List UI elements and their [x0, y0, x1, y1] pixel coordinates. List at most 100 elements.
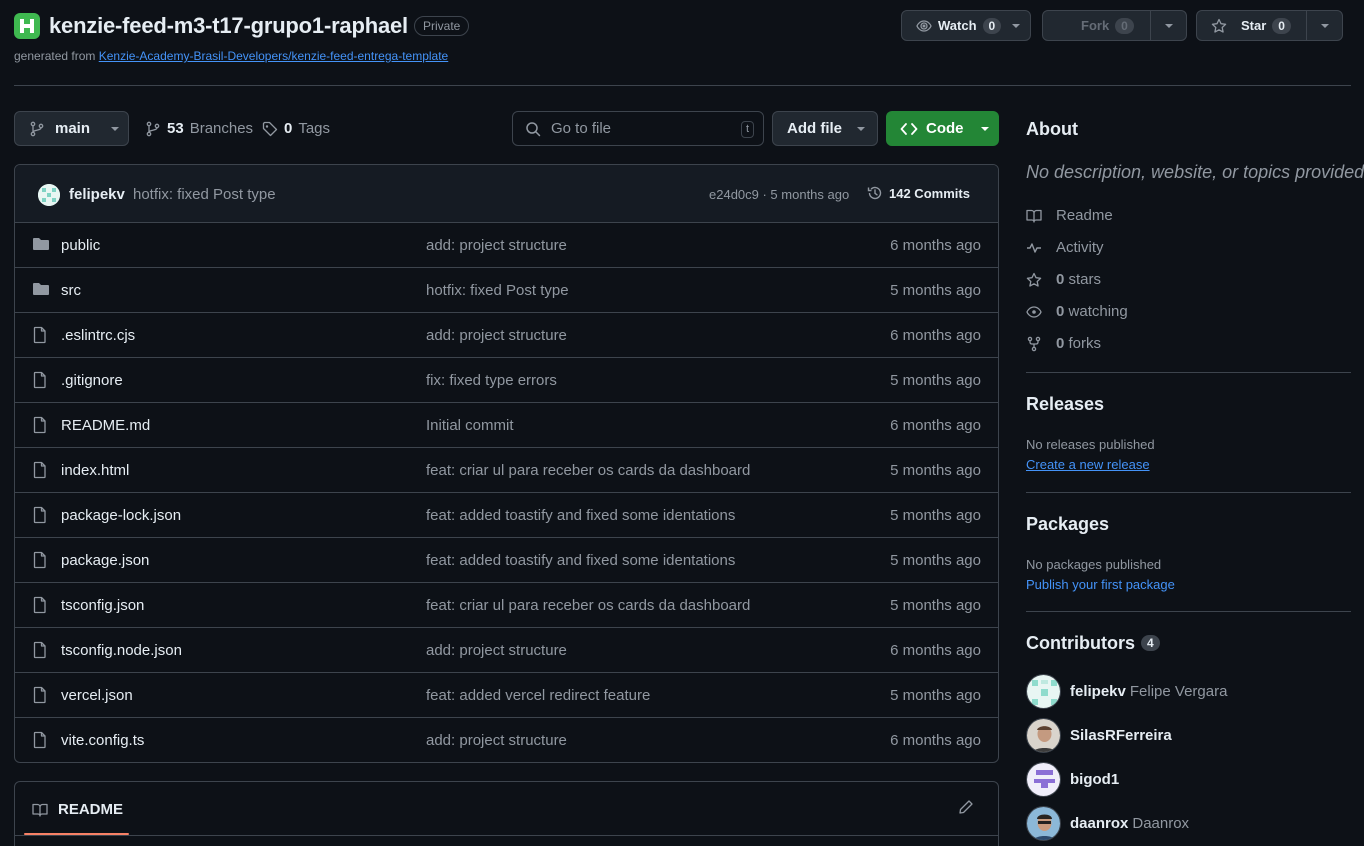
- file-name[interactable]: README.md: [61, 417, 150, 434]
- generated-prefix: generated from: [14, 49, 96, 63]
- watching-link[interactable]: 0 watching: [1026, 303, 1128, 320]
- file-row[interactable]: README.md Initial commit 6 months ago: [15, 403, 998, 448]
- file-commit-message[interactable]: feat: added toastify and fixed some iden…: [426, 507, 735, 524]
- contributor[interactable]: bigod1: [1026, 762, 1119, 797]
- avatar[interactable]: [38, 184, 60, 206]
- branches-link[interactable]: 53 Branches: [145, 120, 253, 137]
- file-commit-message[interactable]: hotfix: fixed Post type: [426, 282, 569, 299]
- file-commit-message[interactable]: add: project structure: [426, 642, 567, 659]
- watch-button[interactable]: Watch 0: [901, 10, 1031, 41]
- commits-history-link[interactable]: 142 Commits: [867, 185, 970, 201]
- publish-package-link[interactable]: Publish your first package: [1026, 577, 1175, 592]
- file-row[interactable]: vite.config.ts add: project structure 6 mo…: [15, 718, 998, 762]
- file-row[interactable]: package.json feat: added toastify and fix…: [15, 538, 998, 583]
- pencil-icon[interactable]: [958, 799, 974, 815]
- file-icon: [32, 596, 48, 614]
- code-button[interactable]: Code: [886, 111, 999, 146]
- branch-name: main: [55, 120, 91, 137]
- file-name[interactable]: public: [61, 237, 100, 254]
- star-label: Star: [1241, 18, 1267, 33]
- add-file-button[interactable]: Add file: [772, 111, 878, 146]
- file-commit-message[interactable]: add: project structure: [426, 237, 567, 254]
- file-row[interactable]: .eslintrc.cjs add: project structure 6 mon…: [15, 313, 998, 358]
- generated-from: generated from Kenzie-Academy-Brasil-Dev…: [14, 49, 448, 63]
- file-name[interactable]: src: [61, 282, 81, 299]
- contributor-name: Felipe Vergara: [1129, 683, 1228, 700]
- contributor-login: SilasRFerreira: [1070, 727, 1172, 744]
- chevron-down-icon[interactable]: [1011, 23, 1021, 29]
- contributor[interactable]: felipekv Felipe Vergara: [1026, 674, 1227, 709]
- file-commit-message[interactable]: fix: fixed type errors: [426, 372, 557, 389]
- divider: [1026, 492, 1351, 493]
- repo-name[interactable]: kenzie-feed-m3-t17-grupo1-raphael: [49, 13, 408, 39]
- template-link[interactable]: Kenzie-Academy-Brasil-Developers/kenzie-…: [99, 49, 449, 63]
- commit-hash-time[interactable]: e24d0c9 · 5 months ago: [709, 187, 849, 202]
- packages-title[interactable]: Packages: [1026, 514, 1109, 535]
- contributors-heading[interactable]: Contributors 4: [1026, 633, 1160, 654]
- releases-title[interactable]: Releases: [1026, 394, 1104, 415]
- file-icon: [32, 686, 48, 704]
- file-commit-message[interactable]: add: project structure: [426, 732, 567, 749]
- file-commit-date: 5 months ago: [890, 507, 981, 524]
- file-icon: [32, 371, 48, 389]
- file-name[interactable]: index.html: [61, 462, 129, 479]
- git-branch-icon: [30, 121, 44, 136]
- stars-link[interactable]: 0 stars: [1026, 271, 1101, 288]
- activity-link[interactable]: Activity: [1026, 239, 1104, 256]
- repo-header: kenzie-feed-m3-t17-grupo1-raphael Privat…: [14, 10, 1351, 86]
- search-shortcut: t: [740, 121, 754, 138]
- file-name[interactable]: .eslintrc.cjs: [61, 327, 135, 344]
- file-name[interactable]: vercel.json: [61, 687, 133, 704]
- go-to-file-input[interactable]: Go to file t: [512, 111, 764, 146]
- file-row[interactable]: tsconfig.node.json add: project structure…: [15, 628, 998, 673]
- file-commit-message[interactable]: feat: added toastify and fixed some iden…: [426, 552, 735, 569]
- file-row[interactable]: package-lock.json feat: added toastify an…: [15, 493, 998, 538]
- file-icon: [32, 506, 48, 524]
- star-count: 0: [1272, 17, 1291, 34]
- contributor[interactable]: SilasRFerreira: [1026, 718, 1172, 753]
- file-commit-message[interactable]: add: project structure: [426, 327, 567, 344]
- about-title: About: [1026, 119, 1078, 139]
- commit-author[interactable]: felipekv: [69, 186, 125, 203]
- create-release-link[interactable]: Create a new release: [1026, 457, 1150, 472]
- fork-icon: [1027, 336, 1041, 351]
- file-commit-date: 5 months ago: [890, 687, 981, 704]
- contributor[interactable]: daanrox Daanrox: [1026, 806, 1189, 841]
- file-commit-message[interactable]: feat: criar ul para receber os cards da …: [426, 462, 750, 479]
- file-name[interactable]: tsconfig.json: [61, 597, 144, 614]
- file-row[interactable]: index.html feat: criar ul para receber os…: [15, 448, 998, 493]
- file-name[interactable]: package.json: [61, 552, 149, 569]
- git-branch-icon: [146, 121, 160, 136]
- file-row[interactable]: src hotfix: fixed Post type 5 months ago: [15, 268, 998, 313]
- file-row[interactable]: vercel.json feat: added vercel redirect f…: [15, 673, 998, 718]
- file-commit-message[interactable]: feat: added vercel redirect feature: [426, 687, 650, 704]
- commit-message[interactable]: hotfix: fixed Post type: [133, 186, 276, 203]
- star-button[interactable]: Star 0: [1196, 10, 1343, 41]
- star-dropdown[interactable]: [1306, 11, 1342, 40]
- releases-empty: No releases published: [1026, 437, 1155, 452]
- readme-link[interactable]: Readme: [1026, 207, 1113, 224]
- fork-button[interactable]: Fork 0: [1042, 10, 1187, 41]
- readme-tab[interactable]: README: [32, 801, 123, 818]
- latest-commit: felipekv hotfix: fixed Post type e24d0c9…: [15, 165, 998, 223]
- contributor-login: daanrox: [1070, 815, 1129, 832]
- file-commit-date: 6 months ago: [890, 237, 981, 254]
- file-commit-message[interactable]: Initial commit: [426, 417, 514, 434]
- tags-link[interactable]: 0 Tags: [262, 120, 330, 137]
- file-commit-date: 6 months ago: [890, 732, 981, 749]
- commits-count: 142 Commits: [889, 185, 970, 201]
- star-icon: [1211, 18, 1227, 33]
- file-commit-message[interactable]: feat: criar ul para receber os cards da …: [426, 597, 750, 614]
- file-name[interactable]: .gitignore: [61, 372, 123, 389]
- forks-link[interactable]: 0 forks: [1026, 335, 1101, 352]
- fork-dropdown[interactable]: [1150, 11, 1186, 40]
- file-name[interactable]: tsconfig.node.json: [61, 642, 182, 659]
- branch-selector[interactable]: main: [14, 111, 129, 146]
- file-name[interactable]: vite.config.ts: [61, 732, 144, 749]
- file-row[interactable]: public add: project structure 6 months ago: [15, 223, 998, 268]
- watching-count: 0: [1056, 303, 1065, 320]
- file-row[interactable]: .gitignore fix: fixed type errors 5 months…: [15, 358, 998, 403]
- file-name[interactable]: package-lock.json: [61, 507, 181, 524]
- contributor-name: Daanrox: [1132, 815, 1190, 832]
- file-row[interactable]: tsconfig.json feat: criar ul para receber…: [15, 583, 998, 628]
